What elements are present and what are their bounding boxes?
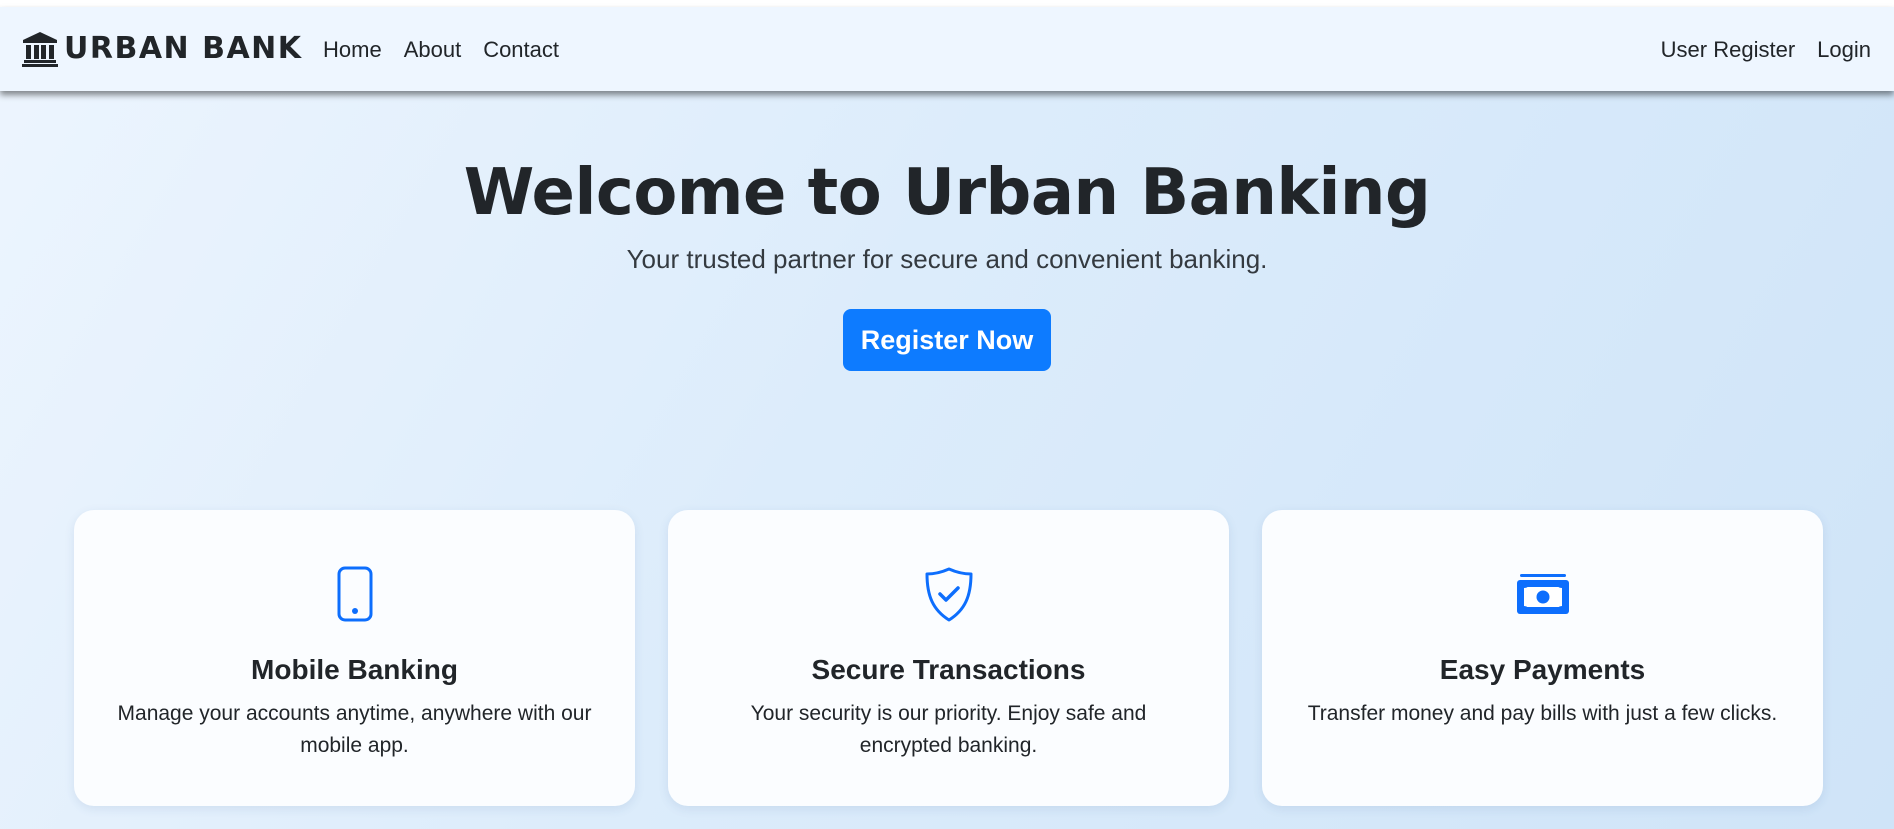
main-nav: Home About Contact	[323, 35, 570, 65]
bank-building-icon	[22, 32, 58, 67]
phone-icon	[337, 566, 372, 622]
feature-description: Your security is our priority. Enjoy saf…	[750, 702, 1147, 757]
hero-title: Welcome to Urban Banking	[463, 156, 1431, 230]
hero-subtitle: Your trusted partner for secure and conv…	[626, 244, 1268, 274]
top-strip	[0, 0, 1894, 7]
feature-title: Secure Transactions	[811, 654, 1086, 685]
nav-user-register[interactable]: User Register	[1650, 35, 1806, 65]
nav-about[interactable]: About	[393, 35, 473, 65]
navbar: URBAN BANK Home About Contact User Regis…	[0, 7, 1894, 91]
register-now-button[interactable]: Register Now	[843, 309, 1051, 371]
shield-check-icon	[925, 567, 972, 622]
feature-description: Manage your accounts anytime, anywhere w…	[117, 702, 592, 757]
feature-title: Easy Payments	[1439, 654, 1646, 685]
feature-title: Mobile Banking	[251, 654, 458, 685]
nav-contact[interactable]: Contact	[472, 35, 570, 65]
nav-home[interactable]: Home	[323, 35, 393, 65]
nav-login[interactable]: Login	[1806, 35, 1871, 65]
feature-card-secure-transactions: Secure Transactions Your security is our…	[668, 510, 1229, 806]
feature-card-mobile-banking: Mobile Banking Manage your accounts anyt…	[74, 510, 635, 806]
brand-name: URBAN BANK	[64, 31, 303, 66]
feature-card-easy-payments: Easy Payments Transfer money and pay bil…	[1262, 510, 1823, 806]
cash-icon	[1516, 574, 1569, 614]
feature-description: Transfer money and pay bills with just a…	[1307, 702, 1778, 725]
brand-link[interactable]: URBAN BANK	[20, 27, 303, 71]
hero-section: Welcome to Urban Banking Your trusted pa…	[0, 150, 1894, 371]
auth-nav: User Register Login	[1650, 35, 1871, 65]
